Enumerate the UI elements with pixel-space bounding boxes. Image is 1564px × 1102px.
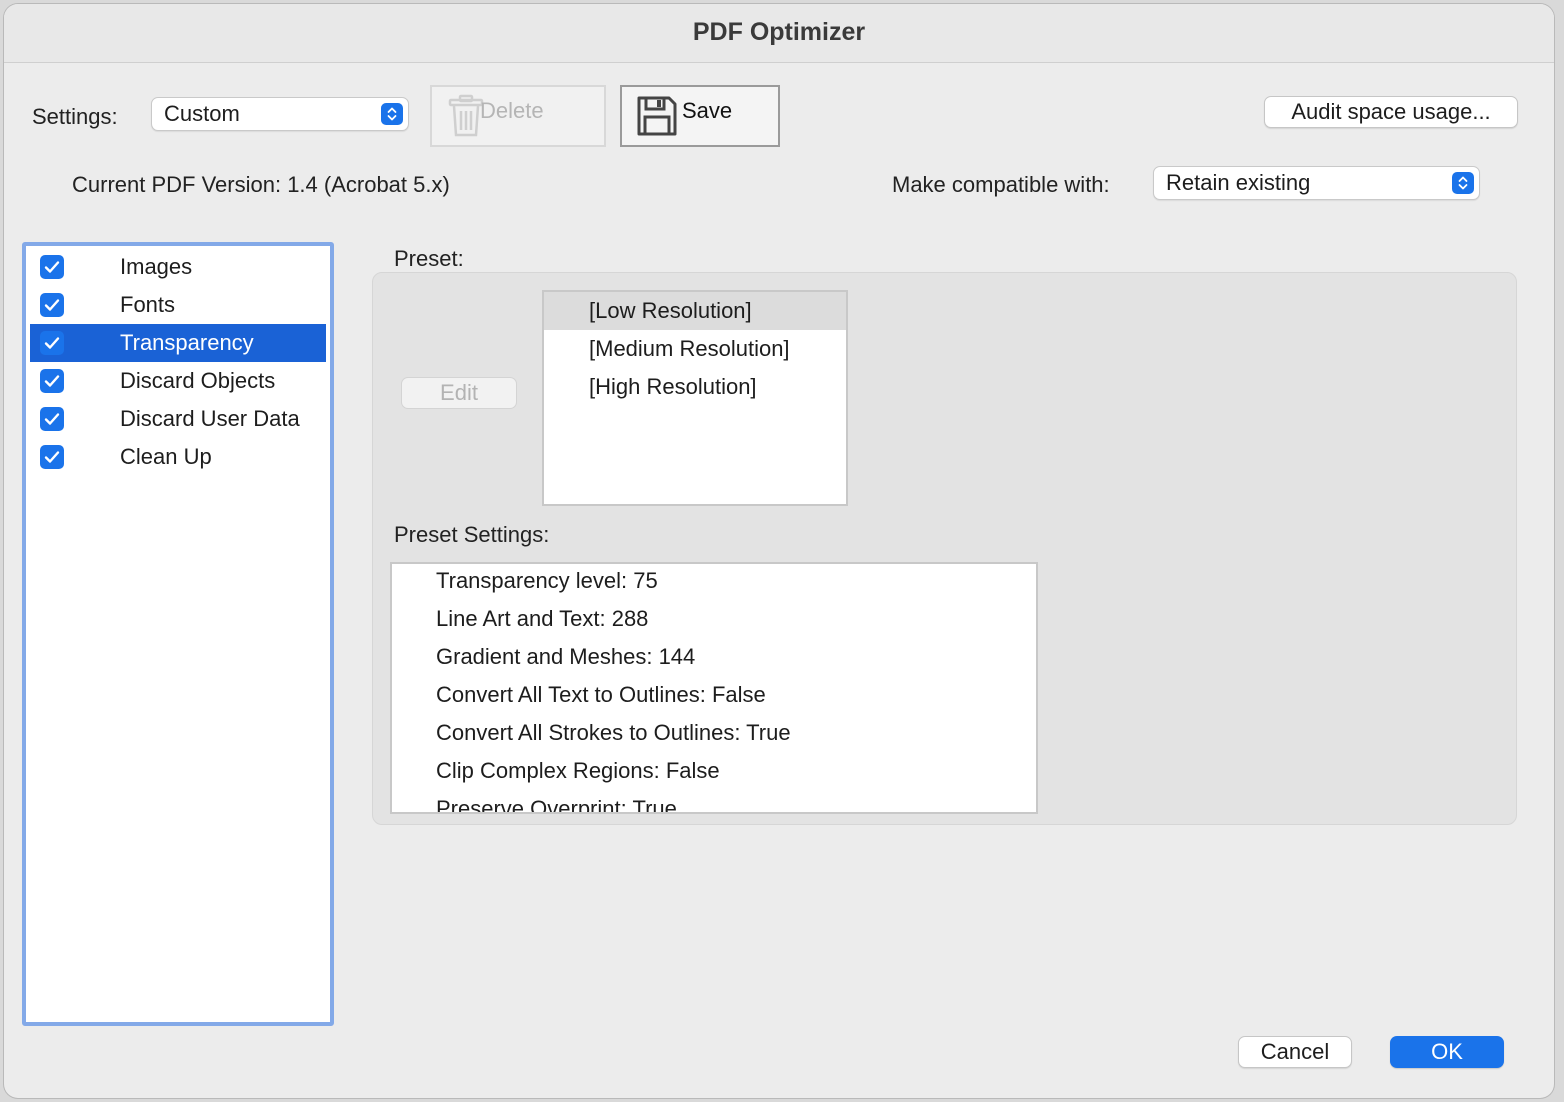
edit-button[interactable]: Edit	[401, 377, 517, 409]
preset-label: Preset:	[394, 246, 464, 271]
category-label: Fonts	[120, 292, 176, 317]
settings-popup[interactable]: Custom	[151, 97, 409, 131]
preset-item-label: [Low Resolution]	[589, 298, 752, 323]
preset-item-low-resolution[interactable]: [Low Resolution]	[544, 292, 846, 330]
preset-item-high-resolution[interactable]: [High Resolution]	[544, 368, 846, 406]
preset-setting-item: Gradient and Meshes: 144	[436, 644, 696, 669]
category-item-discard-user-data[interactable]: Discard User Data	[30, 400, 326, 438]
preset-setting-item: Preserve Overprint: True	[436, 796, 677, 814]
checkbox-checked-icon[interactable]	[40, 407, 64, 431]
category-item-discard-objects[interactable]: Discard Objects	[30, 362, 326, 400]
title-bar: PDF Optimizer	[4, 4, 1554, 63]
cancel-button[interactable]: Cancel	[1238, 1036, 1352, 1068]
settings-label: Settings:	[32, 104, 118, 129]
popup-stepper-icon	[1452, 172, 1474, 194]
category-list[interactable]: Images Fonts Transparency Discard Object…	[22, 242, 334, 1026]
checkbox-checked-icon[interactable]	[40, 369, 64, 393]
preset-settings-label: Preset Settings:	[394, 522, 550, 547]
category-label: Discard Objects	[120, 368, 276, 393]
preset-list[interactable]: [Low Resolution] [Medium Resolution] [Hi…	[542, 290, 848, 506]
category-label: Clean Up	[120, 444, 212, 469]
preset-setting-item: Transparency level: 75	[436, 568, 658, 593]
preset-item-medium-resolution[interactable]: [Medium Resolution]	[544, 330, 846, 368]
category-label: Discard User Data	[120, 406, 300, 431]
preset-setting-item: Convert All Strokes to Outlines: True	[436, 720, 791, 745]
delete-button[interactable]: Delete	[430, 85, 606, 147]
floppy-disk-icon	[636, 95, 678, 137]
settings-popup-value: Custom	[164, 101, 240, 126]
save-button-label: Save	[682, 98, 733, 123]
preset-setting-item: Line Art and Text: 288	[436, 606, 649, 631]
audit-space-usage-button[interactable]: Audit space usage...	[1264, 96, 1518, 128]
ok-button[interactable]: OK	[1390, 1036, 1504, 1068]
dialog-title: PDF Optimizer	[692, 18, 866, 46]
current-pdf-version: Current PDF Version: 1.4 (Acrobat 5.x)	[72, 172, 450, 197]
category-item-transparency[interactable]: Transparency	[30, 324, 326, 362]
preset-item-label: [Medium Resolution]	[589, 336, 790, 361]
preset-setting-item: Clip Complex Regions: False	[436, 758, 720, 783]
preset-settings-list[interactable]: Transparency level: 75 Line Art and Text…	[390, 562, 1038, 814]
preset-setting-item: Convert All Text to Outlines: False	[436, 682, 766, 707]
preset-item-label: [High Resolution]	[589, 374, 757, 399]
delete-button-label: Delete	[480, 98, 544, 123]
save-button[interactable]: Save	[620, 85, 780, 147]
popup-stepper-icon	[381, 103, 403, 125]
checkbox-checked-icon[interactable]	[40, 255, 64, 279]
checkbox-checked-icon[interactable]	[40, 445, 64, 469]
make-compatible-value: Retain existing	[1166, 170, 1311, 195]
checkbox-checked-icon[interactable]	[40, 331, 64, 355]
category-item-fonts[interactable]: Fonts	[30, 286, 326, 324]
make-compatible-popup[interactable]: Retain existing	[1153, 166, 1480, 200]
pdf-optimizer-dialog: PDF Optimizer Settings: Custom Delete Sa…	[4, 4, 1554, 1098]
checkbox-checked-icon[interactable]	[40, 293, 64, 317]
category-label: Transparency	[120, 330, 254, 355]
category-item-images[interactable]: Images	[30, 248, 326, 286]
make-compatible-label: Make compatible with:	[892, 172, 1110, 197]
category-label: Images	[120, 254, 193, 279]
category-item-clean-up[interactable]: Clean Up	[30, 438, 326, 476]
